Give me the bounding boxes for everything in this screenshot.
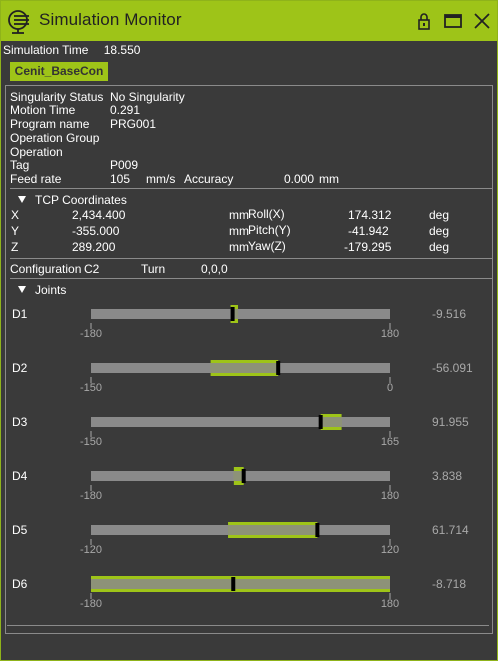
d5-label: D5	[12, 523, 28, 537]
d3-max-label: 165	[381, 436, 399, 448]
simulation-monitor-window: Simulation Monitor Simulation Time 18.55…	[0, 0, 498, 661]
d6-max-label: 180	[381, 598, 399, 610]
d3-position-marker	[318, 415, 323, 429]
lock-icon[interactable]	[413, 10, 435, 32]
d2-label: D2	[12, 361, 28, 375]
d5-min-label: -120	[80, 544, 102, 556]
d6-label: D6	[12, 577, 28, 591]
d6-min-label: -180	[80, 598, 102, 610]
d2-position-marker	[276, 361, 281, 375]
d5-max-label: 120	[381, 544, 399, 556]
d4-value: 3.838	[432, 469, 462, 483]
d3-label: D3	[12, 415, 28, 429]
d1-label: D1	[12, 307, 28, 321]
d2-min-label: -150	[80, 382, 102, 394]
d3-value: 91.955	[432, 415, 469, 429]
d1-position-marker	[230, 307, 235, 321]
d1-max-label: 180	[381, 328, 399, 340]
d2-value: -56.091	[432, 361, 473, 375]
d5-range-inner	[228, 525, 318, 535]
close-icon[interactable]	[471, 10, 493, 32]
d4-max-label: 180	[381, 490, 399, 502]
joints-gauges: D1 -180 180 -9.516 D2 -150 0 -56.091 D3 -150 165 91…	[12, 305, 473, 610]
monitor-panel: Singularity Status No Singularity Motion…	[5, 85, 493, 634]
divider	[7, 625, 489, 626]
tab-cenit-basecon[interactable]: Cenit_BaseCon	[10, 62, 108, 81]
d6-position-marker	[231, 577, 236, 591]
window-title: Simulation Monitor	[39, 10, 182, 29]
simulation-monitor-app-icon	[8, 10, 29, 34]
simulation-time-label: Simulation Time	[3, 43, 89, 57]
d4-label: D4	[12, 469, 28, 483]
d4-position-marker	[241, 469, 246, 483]
d4-min-label: -180	[80, 490, 102, 502]
d1-track	[91, 309, 390, 319]
maximize-icon[interactable]	[442, 10, 464, 32]
d2-range-inner	[210, 363, 279, 373]
simulation-time-value: 18.550	[103, 43, 141, 57]
simulation-time: Simulation Time 18.550	[3, 43, 148, 57]
title-bar[interactable]: Simulation Monitor	[1, 1, 497, 41]
d1-min-label: -180	[80, 328, 102, 340]
d5-position-marker	[315, 523, 320, 537]
d1-value: -9.516	[432, 307, 466, 321]
d3-track	[91, 417, 390, 427]
d3-min-label: -150	[80, 436, 102, 448]
d3-range-inner	[320, 417, 342, 427]
d5-value: 61.714	[432, 523, 469, 537]
d6-range-inner	[91, 579, 390, 589]
d6-value: -8.718	[432, 577, 466, 591]
d2-max-label: 0	[387, 382, 393, 394]
